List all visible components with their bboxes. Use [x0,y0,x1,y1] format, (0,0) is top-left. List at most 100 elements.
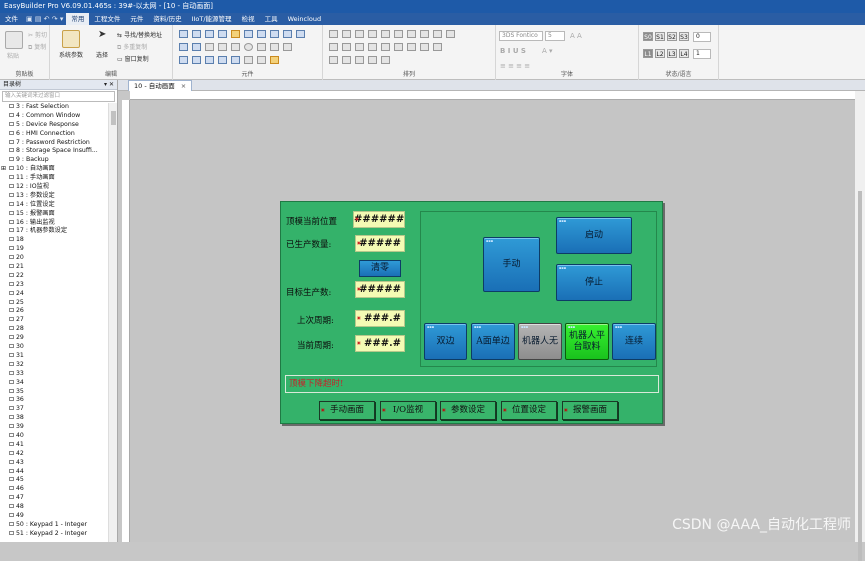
message-icon[interactable] [231,30,240,38]
tree-item[interactable]: 47 [0,494,108,503]
bulb-icon[interactable] [179,30,188,38]
dual-side-button[interactable]: ▪▪▪ 双边 [424,323,467,360]
distribute-icon[interactable] [433,30,442,38]
robot-none-button[interactable]: ▪▪▪ 机器人无 [518,323,562,360]
continuous-button[interactable]: ▪▪▪ 连续 [612,323,656,360]
trend-icon[interactable] [257,30,266,38]
tree-item[interactable]: 42 [0,450,108,459]
circle-icon[interactable] [244,43,253,51]
expand-icon[interactable]: ⊞ [1,165,6,174]
tree-item[interactable]: 32 [0,361,108,370]
nudge-icon[interactable] [420,43,429,51]
tree-item[interactable]: 9 : Backup [0,156,108,165]
paste-icon[interactable] [5,31,23,49]
tree-item[interactable]: 29 [0,334,108,343]
align-center-icon[interactable] [342,30,351,38]
tree-item[interactable]: 4 : Common Window [0,112,108,121]
last-cycle-display[interactable]: ▣ ###.# [355,310,405,327]
polyline-icon[interactable] [218,43,227,51]
frame-icon[interactable] [218,56,227,64]
tree-item[interactable]: 5 : Device Response [0,121,108,130]
group-icon[interactable] [355,43,364,51]
font-size-select[interactable]: 5 [545,31,565,41]
tree-item[interactable]: 25 [0,299,108,308]
tree-item[interactable]: 39 [0,423,108,432]
state-s2[interactable]: S2 [667,32,677,41]
menu-home[interactable]: 常用 [66,13,90,25]
tree-item[interactable]: 12 : IO监视 [0,183,108,192]
tree-item[interactable]: 3 : Fast Selection [0,103,108,112]
tree-item[interactable]: 51 : Keypad 2 - Integer [0,530,108,539]
picture-icon[interactable] [179,56,188,64]
produced-count-display[interactable]: ▣ ##### [355,235,405,252]
align-left-icon[interactable] [329,30,338,38]
language-value-input[interactable]: 1 [693,49,711,59]
tree-item[interactable]: 13 : 参数设定 [0,192,108,201]
forward-icon[interactable] [329,56,338,64]
manual-button[interactable]: ▪▪▪ 手动 [483,237,540,292]
send-back-icon[interactable] [342,43,351,51]
tree-item[interactable]: 17 : 机器参数设定 [0,227,108,236]
tree-item[interactable]: 48 [0,503,108,512]
rectangle-icon[interactable] [231,43,240,51]
tree-item[interactable]: 19 [0,245,108,254]
tree-item[interactable]: 38 [0,414,108,423]
paste-button[interactable]: 粘贴 [7,51,19,60]
rotate-icon[interactable] [381,43,390,51]
tab-auto-screen[interactable]: 10 - 自动画面 × [128,80,193,91]
text-tool-icon[interactable] [192,56,201,64]
tab-close-icon[interactable]: × [181,82,186,90]
align-right-icon[interactable] [355,30,364,38]
tree-item[interactable]: 33 [0,370,108,379]
lang-l3[interactable]: L3 [667,49,677,58]
tree-item[interactable]: 22 [0,272,108,281]
list-icon[interactable] [296,30,305,38]
tree-item[interactable]: 27 [0,316,108,325]
flip-icon[interactable] [394,43,403,51]
tree-item[interactable]: 8 : Storage Space Insuffi... [0,147,108,156]
tree-item[interactable]: 36 [0,396,108,405]
menu-tools[interactable]: 工具 [260,13,283,25]
robot-platform-button[interactable]: ▪▪▪ 机器人平台取料 [565,323,609,360]
state-s0[interactable]: S0 [643,32,653,41]
align-bottom-icon[interactable] [394,30,403,38]
font-family-select[interactable]: 3DS Fontico [499,31,543,41]
data-icon[interactable] [192,43,201,51]
chart-icon[interactable] [205,56,214,64]
numeric-icon[interactable] [218,30,227,38]
select-button[interactable]: 选择 [96,50,108,59]
tree-item[interactable]: 34 [0,379,108,388]
tree-item[interactable]: 49 [0,512,108,521]
nav-position-settings[interactable]: ▣ 位置设定 [501,401,557,420]
pie-icon[interactable] [270,30,279,38]
distribute-v-icon[interactable] [446,30,455,38]
menu-project[interactable]: 工程文件 [89,13,125,25]
quick-access-icons[interactable]: ▣ ▤ ↶ ↷ ▾ [23,15,66,23]
find-replace-button[interactable]: ⇆ 寻找/替换地址 [117,30,162,39]
table-grid-icon[interactable] [231,56,240,64]
ungroup-icon[interactable] [368,43,377,51]
bring-front-icon[interactable] [329,43,338,51]
stop-button[interactable]: ▪▪▪ 停止 [556,264,632,301]
tree-item[interactable]: 18 [0,236,108,245]
layout-icon[interactable] [257,56,266,64]
table-icon[interactable] [283,30,292,38]
lock-icon[interactable] [407,43,416,51]
nav-manual-screen[interactable]: ▣ 手动画面 [319,401,375,420]
tree-scrollbar[interactable] [108,103,117,542]
same-width-icon[interactable] [407,30,416,38]
panel-controls[interactable]: ▾ ✕ [104,80,114,90]
align-top-icon[interactable] [368,30,377,38]
grid-icon[interactable] [244,56,253,64]
menu-file[interactable]: 文件 [0,13,23,25]
tree-item[interactable]: 26 [0,307,108,316]
state-value-input[interactable]: 0 [693,32,711,42]
tree-item[interactable]: 35 [0,388,108,397]
start-button[interactable]: ▪▪▪ 启动 [556,217,632,254]
hmi-screen[interactable]: 顶模当前位置 ▣ ###### 已生产数量: ▣ ##### 清零 目标生产数: ▣… [280,201,663,424]
text-color-icon[interactable]: A ▾ [542,47,553,55]
nav-alarm-screen[interactable]: ▣ 报警画面 [562,401,618,420]
tree-item[interactable]: 43 [0,459,108,468]
state-s3[interactable]: S3 [679,32,689,41]
lang-l2[interactable]: L2 [655,49,665,58]
